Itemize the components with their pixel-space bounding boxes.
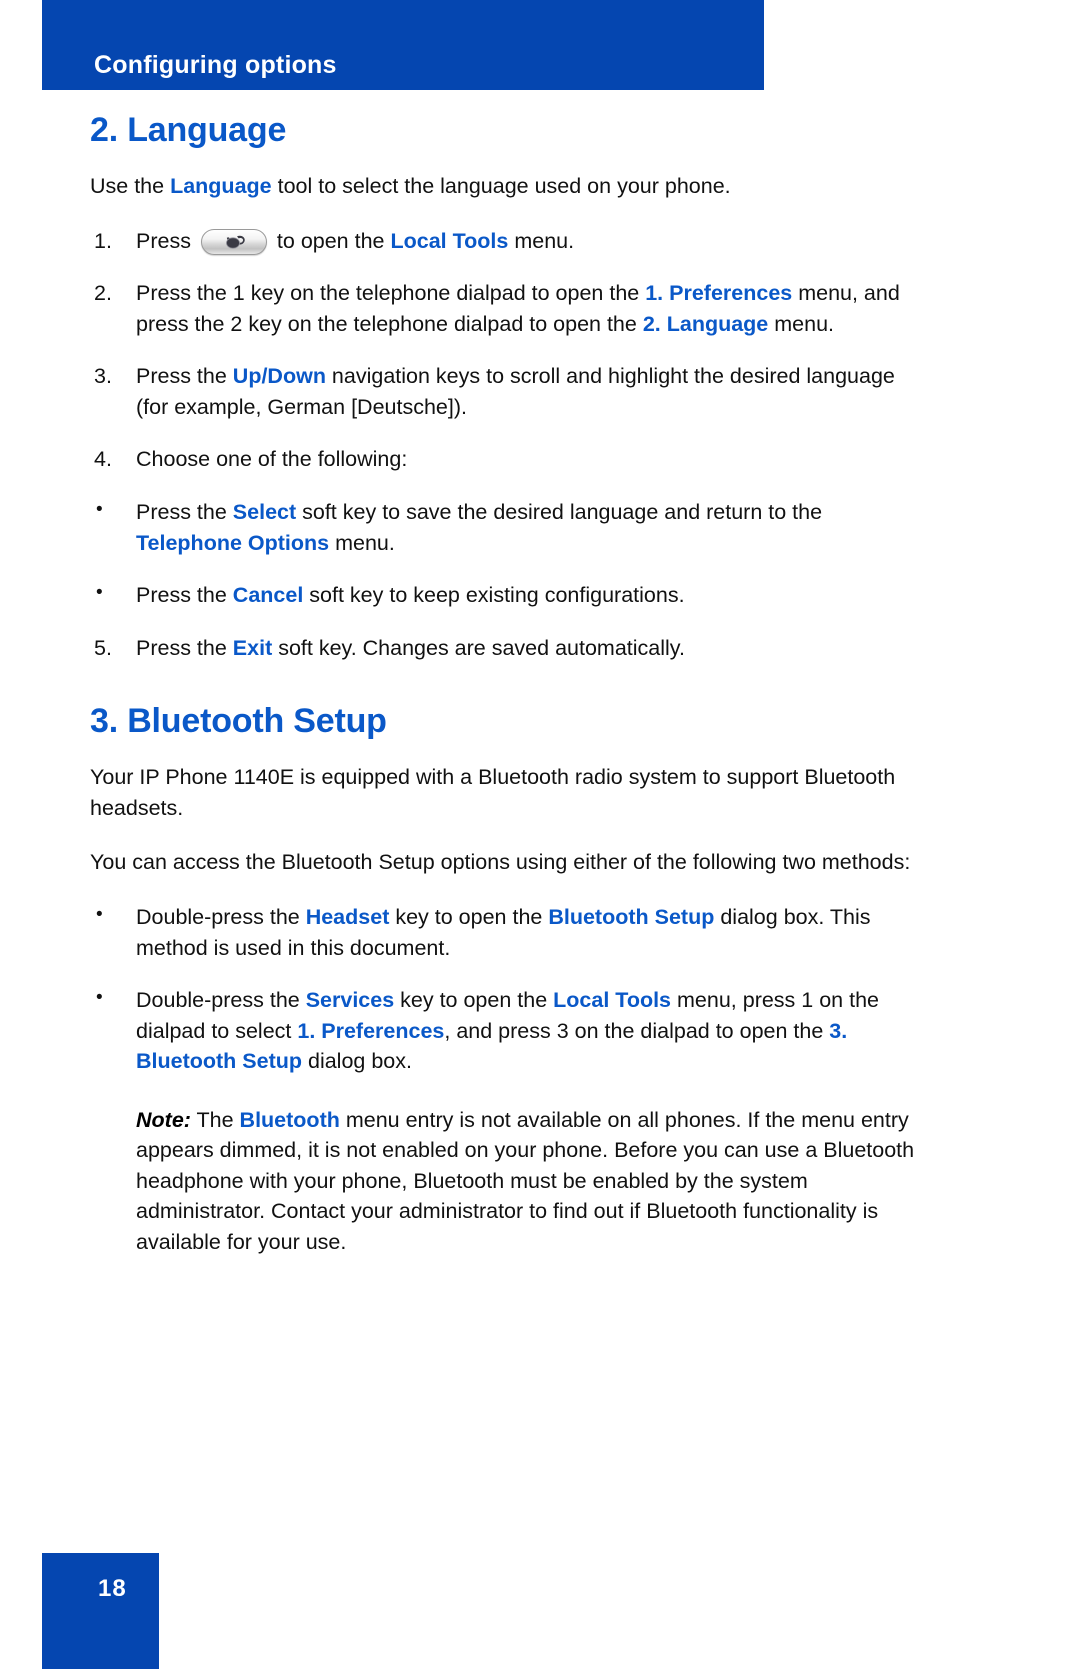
- select-text-c: menu.: [329, 530, 395, 555]
- list-item: • Press the Cancel soft key to keep exis…: [90, 580, 930, 611]
- list-item: • Double-press the Services key to open …: [90, 985, 930, 1077]
- intro-text-pre: Use the: [90, 174, 171, 199]
- list-item-text: Press to open the Local Tools menu.: [136, 226, 930, 257]
- language-intro-paragraph: Use the Language tool to select the lang…: [90, 171, 930, 202]
- keyword-local-tools: Local Tools: [390, 228, 509, 253]
- list-item: 1. Press to open the Local Tools menu.: [90, 226, 930, 257]
- intro-text-post: tool to select the language used on your…: [271, 174, 731, 199]
- list-item-text: Choose one of the following:: [136, 447, 408, 472]
- keyword-preferences: 1. Preferences: [645, 281, 793, 306]
- list-marker: 5.: [94, 635, 112, 660]
- list-item-text: Press the 1 key on the telephone dialpad…: [136, 278, 930, 339]
- keyword-bluetooth-setup: Bluetooth Setup: [548, 905, 715, 929]
- select-text-b: soft key to save the desired language an…: [296, 500, 823, 524]
- list-item: 4. Choose one of the following:: [90, 444, 930, 475]
- list-item: 5. Press the Exit soft key. Changes are …: [90, 633, 930, 664]
- list-bullet-marker: •: [96, 499, 103, 520]
- keyword-language-menu: 2. Language: [642, 311, 769, 336]
- running-header-title: Configuring options: [94, 51, 337, 79]
- list-marker: 1.: [94, 228, 112, 253]
- step1-text-a: Press: [136, 228, 197, 253]
- list-item: • Double-press the Headset key to open t…: [90, 902, 930, 963]
- cancel-text-b: soft key to keep existing configurations…: [303, 583, 685, 608]
- list-marker: 3.: [94, 364, 112, 389]
- page-header-band: Configuring options: [42, 0, 764, 90]
- keyword-exit: Exit: [232, 635, 273, 660]
- bluetooth-paragraph-2: You can access the Bluetooth Setup optio…: [90, 850, 911, 875]
- list-item-text: Press the Up/Down navigation keys to scr…: [136, 361, 930, 422]
- note-paragraph: Note: The Bluetooth menu entry is not av…: [136, 1105, 930, 1258]
- keyword-select: Select: [232, 500, 297, 524]
- note-text-a: The: [190, 1107, 240, 1132]
- section-heading-bluetooth-setup: 3. Bluetooth Setup: [90, 702, 387, 741]
- keyword-headset: Headset: [305, 905, 390, 929]
- services-key-icon: [200, 228, 267, 255]
- keyword-preferences-2: 1. Preferences: [297, 1018, 445, 1043]
- step2-text-a: Press the 1 key on the telephone dialpad…: [136, 281, 646, 306]
- headset-text-b: key to open the: [389, 905, 549, 929]
- section-heading-language: 2. Language: [90, 111, 287, 149]
- note-label: Note:: [136, 1107, 191, 1132]
- page-number: 18: [98, 1575, 127, 1602]
- keyword-telephone-options: Telephone Options: [136, 530, 330, 555]
- list-item-text: Double-press the Headset key to open the…: [136, 902, 930, 963]
- services-text-a: Double-press the: [136, 988, 306, 1013]
- keyword-up-down: Up/Down: [232, 364, 326, 389]
- bluetooth-paragraph-1: Your IP Phone 1140E is equipped with a B…: [90, 765, 896, 820]
- exit-text-a: Press the: [136, 635, 233, 660]
- select-text-a: Press the: [136, 500, 233, 524]
- list-bullet-marker: •: [96, 987, 103, 1009]
- step1-text-c: menu.: [508, 228, 575, 253]
- exit-text-b: soft key. Changes are saved automaticall…: [272, 635, 685, 660]
- services-text-b: key to open the: [394, 988, 554, 1013]
- page-content: 2. Language Use the Language tool to sel…: [90, 111, 930, 1258]
- keyword-cancel: Cancel: [232, 583, 304, 608]
- list-item-text: Press the Cancel soft key to keep existi…: [136, 580, 930, 611]
- list-item-text: Double-press the Services key to open th…: [136, 985, 930, 1077]
- page-number-box: 18: [42, 1553, 159, 1669]
- list-marker: 2.: [94, 281, 112, 306]
- list-item: • Press the Select soft key to save the …: [90, 497, 930, 558]
- services-text-d: , and press 3 on the dialpad to open the: [444, 1018, 830, 1043]
- step3-text-a: Press the: [136, 364, 233, 389]
- cancel-text-a: Press the: [136, 583, 233, 608]
- list-item: 3. Press the Up/Down navigation keys to …: [90, 361, 930, 422]
- keyword-services: Services: [305, 988, 395, 1013]
- keyword-local-tools-2: Local Tools: [553, 988, 672, 1013]
- keyword-language: Language: [170, 174, 272, 199]
- services-text-e: dialog box.: [302, 1049, 412, 1074]
- list-bullet-marker: •: [96, 904, 103, 925]
- step1-text-b: to open the: [270, 228, 391, 253]
- list-bullet-marker: •: [96, 582, 103, 604]
- headset-text-a: Double-press the: [136, 905, 306, 929]
- list-item: 2. Press the 1 key on the telephone dial…: [90, 278, 930, 339]
- step2-text-c: menu.: [768, 311, 835, 336]
- list-item-text: Press the Exit soft key. Changes are sav…: [136, 633, 930, 664]
- list-item-text: Press the Select soft key to save the de…: [136, 497, 930, 558]
- keyword-bluetooth: Bluetooth: [239, 1107, 340, 1132]
- list-marker: 4.: [94, 447, 112, 472]
